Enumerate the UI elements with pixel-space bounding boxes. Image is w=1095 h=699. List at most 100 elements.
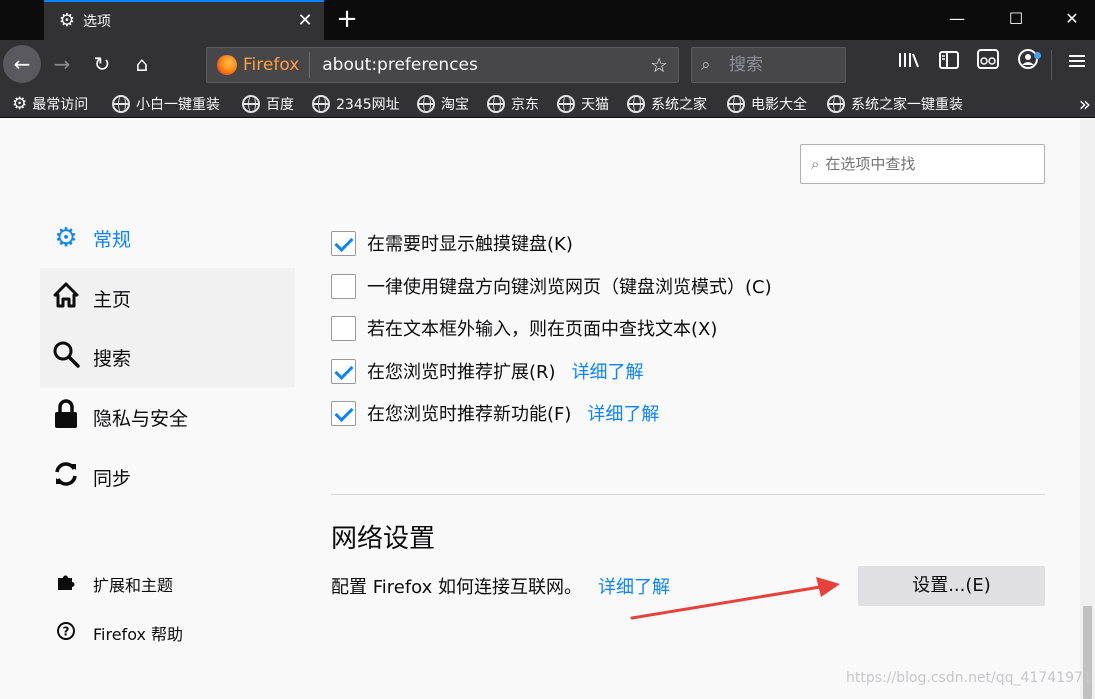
tab-options[interactable]: ⚙ 选项 ✕ bbox=[44, 0, 324, 40]
option-label: 在需要时显示触摸键盘(K) bbox=[367, 234, 573, 255]
help-icon: ? bbox=[53, 621, 79, 646]
category-sync[interactable]: 同步 bbox=[40, 447, 295, 507]
bookmark-item[interactable]: 百度 bbox=[242, 92, 294, 116]
sidebar-icon[interactable] bbox=[933, 48, 965, 80]
bookmark-label: 小白一键重装 bbox=[136, 97, 220, 113]
bookmark-star-icon[interactable]: ☆ bbox=[650, 53, 668, 77]
close-tab-icon[interactable]: ✕ bbox=[292, 8, 318, 34]
bookmark-label: 天猫 bbox=[581, 97, 609, 113]
bookmark-item[interactable]: 小白一键重装 bbox=[112, 92, 220, 116]
globe-icon bbox=[487, 95, 505, 113]
category-label: 同步 bbox=[93, 467, 132, 490]
option-recommend-features[interactable]: 在您浏览时推荐新功能(F) 详细了解 bbox=[331, 400, 659, 426]
learn-more-link[interactable]: 详细了解 bbox=[572, 358, 644, 384]
url-text[interactable]: about:preferences bbox=[322, 55, 650, 75]
firefox-logo-icon bbox=[217, 55, 237, 75]
bookmark-item[interactable]: 系统之家一键重装 bbox=[827, 92, 963, 116]
option-caret-browsing[interactable]: 一律使用键盘方向键浏览网页（键盘浏览模式）(C) bbox=[331, 273, 772, 299]
bookmark-label: 京东 bbox=[511, 97, 539, 113]
option-label: 在您浏览时推荐新功能(F) bbox=[367, 404, 572, 425]
new-tab-button[interactable]: + bbox=[332, 4, 362, 34]
gear-icon: ⚙ bbox=[12, 94, 28, 114]
learn-more-link[interactable]: 详细了解 bbox=[587, 400, 659, 426]
annotation-arrow bbox=[630, 577, 840, 620]
category-home[interactable]: 主页 bbox=[40, 268, 295, 328]
bookmarks-overflow-button[interactable]: » bbox=[1079, 90, 1091, 118]
globe-icon bbox=[417, 95, 435, 113]
globe-icon bbox=[557, 95, 575, 113]
back-button[interactable]: ← bbox=[3, 45, 41, 83]
menu-icon[interactable] bbox=[1061, 48, 1093, 80]
checkbox[interactable] bbox=[331, 400, 356, 426]
gear-icon: ⚙ bbox=[58, 10, 76, 31]
firefox-help-link[interactable]: ? Firefox 帮助 bbox=[53, 618, 183, 648]
bookmark-most-visited[interactable]: ⚙ 最常访问 bbox=[12, 92, 88, 116]
category-label: 搜索 bbox=[93, 347, 132, 370]
category-label: 常规 bbox=[93, 228, 132, 251]
bookmark-label: 系统之家一键重装 bbox=[851, 97, 963, 113]
bookmark-item[interactable]: 淘宝 bbox=[417, 92, 469, 116]
bookmark-item[interactable]: 京东 bbox=[487, 92, 539, 116]
option-recommend-extensions[interactable]: 在您浏览时推荐扩展(R) 详细了解 bbox=[331, 358, 644, 384]
globe-icon bbox=[242, 95, 260, 113]
maximize-button[interactable]: ☐ bbox=[993, 0, 1039, 38]
bookmark-label: 百度 bbox=[266, 97, 294, 113]
bookmark-item[interactable]: 2345网址 bbox=[312, 92, 400, 116]
option-label: 若在文本框外输入，则在页面中查找文本(X) bbox=[367, 319, 718, 340]
footer-link-label: 扩展和主题 bbox=[93, 576, 174, 595]
close-window-button[interactable]: ✕ bbox=[1049, 0, 1095, 38]
forward-button[interactable]: → bbox=[45, 47, 79, 81]
nav-toolbar: ← → ↻ ⌂ Firefox about:preferences ☆ ⌕ bbox=[0, 40, 1095, 90]
search-icon: ⌕ bbox=[811, 155, 820, 173]
bookmark-item[interactable]: 天猫 bbox=[557, 92, 609, 116]
bookmark-label: 系统之家 bbox=[651, 97, 707, 113]
tab-title: 选项 bbox=[83, 14, 111, 30]
library-icon[interactable] bbox=[893, 48, 925, 80]
category-label: 隐私与安全 bbox=[93, 407, 189, 430]
title-bar: ⚙ 选项 ✕ + — ☐ ✕ bbox=[0, 0, 1095, 40]
option-label: 一律使用键盘方向键浏览网页（键盘浏览模式）(C) bbox=[367, 277, 772, 298]
checkbox[interactable] bbox=[331, 358, 356, 384]
search-icon: ⌕ bbox=[701, 55, 711, 75]
globe-icon bbox=[112, 95, 130, 113]
find-input[interactable] bbox=[825, 155, 1026, 173]
globe-icon bbox=[627, 95, 645, 113]
category-label: 主页 bbox=[93, 288, 132, 311]
search-bar[interactable]: ⌕ bbox=[691, 47, 846, 83]
lock-icon bbox=[51, 398, 81, 436]
extensions-themes-link[interactable]: 扩展和主题 bbox=[53, 569, 173, 599]
reload-button[interactable]: ↻ bbox=[85, 47, 119, 81]
gear-icon: ⚙ bbox=[54, 223, 78, 253]
bookmark-label: 最常访问 bbox=[32, 97, 89, 113]
section-divider bbox=[331, 494, 1045, 495]
category-privacy[interactable]: 隐私与安全 bbox=[40, 387, 295, 447]
category-search[interactable]: 搜索 bbox=[40, 327, 295, 387]
option-search-start-typing[interactable]: 若在文本框外输入，则在页面中查找文本(X) bbox=[331, 315, 717, 341]
minimize-button[interactable]: — bbox=[934, 0, 980, 38]
bookmark-item[interactable]: 电影大全 bbox=[727, 92, 807, 116]
notification-dot bbox=[1034, 52, 1041, 59]
account-icon[interactable] bbox=[1012, 48, 1044, 80]
toolbar-separator bbox=[1051, 50, 1052, 80]
pocket-icon[interactable] bbox=[972, 48, 1004, 80]
globe-icon bbox=[827, 95, 845, 113]
option-touch-keyboard[interactable]: 在需要时显示触摸键盘(K) bbox=[331, 230, 573, 256]
bookmarks-bar: ⚙ 最常访问 小白一键重装 百度 2345网址 淘宝 京东 天猫 系统之家 电影… bbox=[0, 90, 1095, 118]
checkbox[interactable] bbox=[331, 273, 356, 299]
network-description-text: 配置 Firefox 如何连接互联网。 bbox=[331, 577, 583, 598]
puzzle-icon bbox=[53, 572, 79, 597]
checkbox[interactable] bbox=[331, 315, 356, 341]
identity-box[interactable]: Firefox bbox=[207, 52, 311, 78]
url-bar[interactable]: Firefox about:preferences ☆ bbox=[206, 47, 679, 83]
checkbox[interactable] bbox=[331, 230, 356, 256]
watermark: https://blog.csdn.net/qq_41741971 bbox=[846, 670, 1092, 686]
search-input[interactable] bbox=[729, 55, 829, 75]
network-settings-button[interactable]: 设置...(E) bbox=[858, 566, 1045, 606]
option-label: 在您浏览时推荐扩展(R) bbox=[367, 362, 556, 383]
home-button[interactable]: ⌂ bbox=[125, 47, 159, 81]
home-icon bbox=[51, 281, 81, 316]
brand-label: Firefox bbox=[243, 55, 300, 75]
category-general[interactable]: ⚙ 常规 bbox=[40, 208, 295, 268]
find-in-options[interactable]: ⌕ bbox=[800, 144, 1045, 184]
bookmark-item[interactable]: 系统之家 bbox=[627, 92, 707, 116]
